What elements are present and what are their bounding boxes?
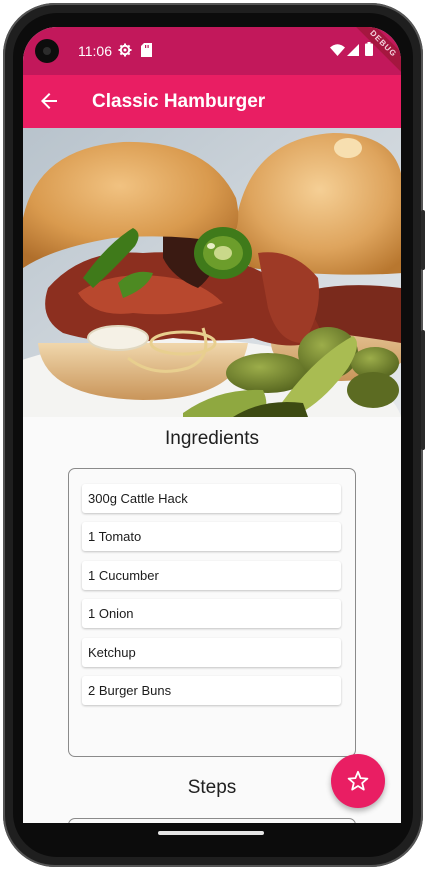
page-title: Classic Hamburger (92, 91, 266, 112)
app-bar: Classic Hamburger (23, 75, 401, 128)
sd-card-icon (141, 43, 152, 57)
favorite-button[interactable] (331, 754, 385, 808)
wifi-icon (330, 44, 345, 56)
ingredient-item[interactable]: 2 Burger Buns (82, 676, 341, 705)
cell-signal-icon (347, 44, 359, 56)
ingredient-item[interactable]: 1 Onion (82, 599, 341, 628)
settings-icon (118, 43, 132, 57)
ingredients-heading: Ingredients (164, 428, 259, 449)
arrow-back-icon[interactable] (37, 89, 61, 113)
power-button (421, 210, 425, 270)
battery-icon (365, 42, 373, 56)
ingredient-item[interactable]: Ketchup (82, 638, 341, 667)
ingredient-item[interactable]: 1 Tomato (82, 522, 341, 551)
front-camera (35, 39, 59, 63)
recipe-photo (23, 128, 401, 417)
status-bar: 11:06 DEBUG (23, 27, 401, 75)
volume-button (421, 330, 425, 450)
steps-list (68, 818, 356, 823)
home-gesture-bar[interactable] (158, 831, 264, 835)
ingredient-item[interactable]: 1 Cucumber (82, 561, 341, 590)
star-outline-icon (347, 770, 369, 791)
ingredient-item[interactable]: 300g Cattle Hack (82, 484, 341, 513)
debug-banner: DEBUG (352, 27, 401, 75)
status-time: 11:06 (78, 43, 112, 59)
app-screen: 11:06 DEBUG Classic Hamburger Ingredient… (23, 27, 401, 823)
ingredients-list: 300g Cattle Hack 1 Tomato 1 Cucumber 1 O… (68, 468, 356, 757)
